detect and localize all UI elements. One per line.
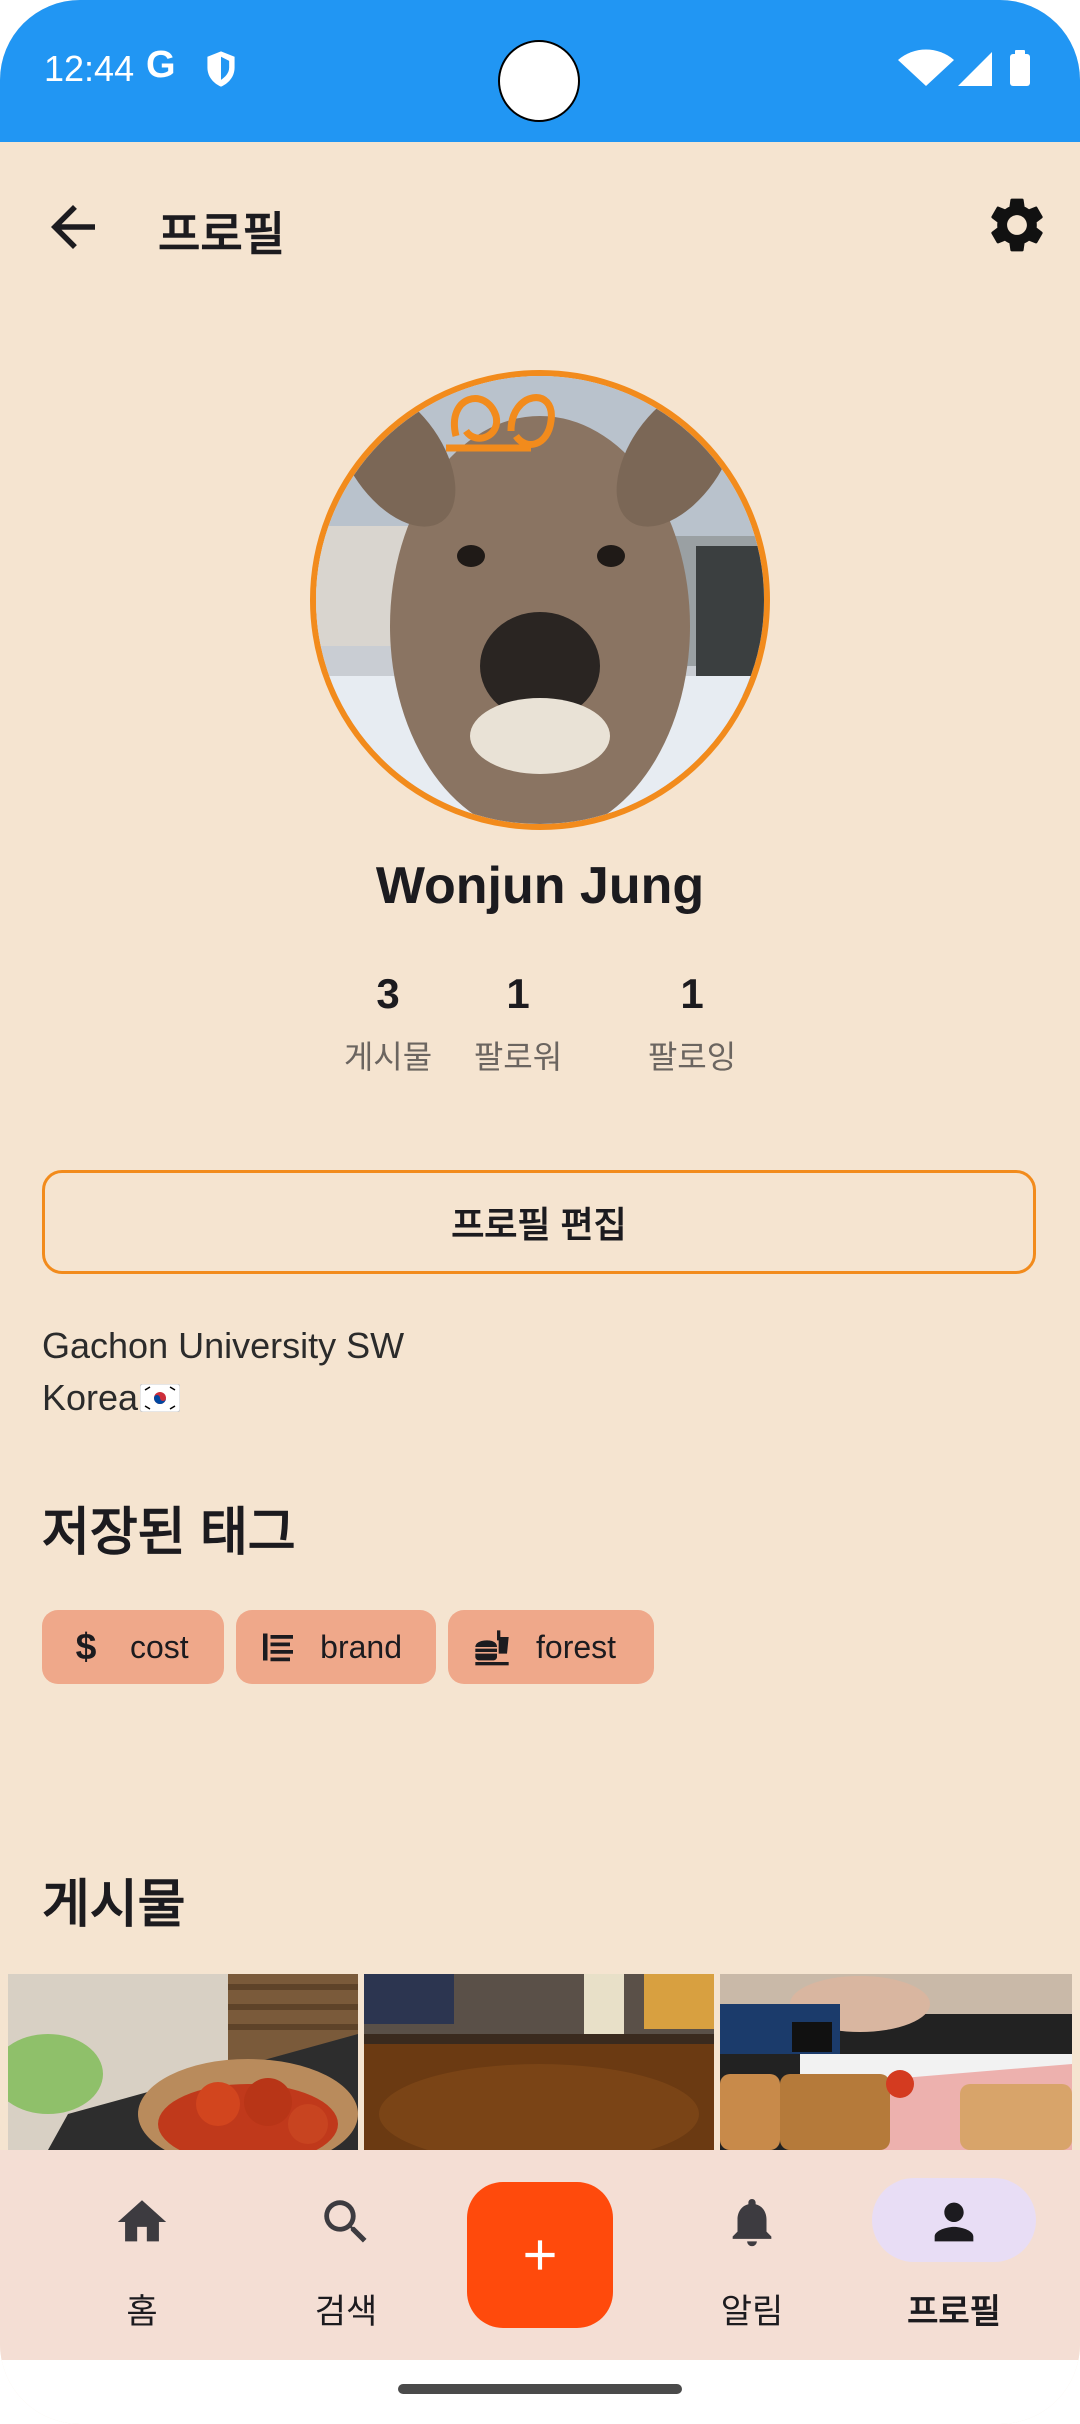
post-thumbnail[interactable]: [720, 1974, 1072, 2150]
posts-title: 게시물: [42, 1876, 186, 1934]
nav-notifications[interactable]: 알림: [662, 2150, 842, 2360]
app-screen: 12:44 G 프로필 Wonjun Jung 3 게시물 1 팔로워 1 팔로…: [0, 0, 1080, 2424]
page-title: 프로필: [158, 208, 285, 260]
stat-followers[interactable]: 1 팔로워: [438, 970, 598, 1078]
saved-tags-title: 저장된 태그: [42, 1504, 296, 1562]
list-icon: [260, 1627, 296, 1667]
post-thumbnail[interactable]: [8, 1974, 358, 2150]
post-photo-stew: [364, 1974, 714, 2150]
nav-search-label: 검색: [314, 2293, 378, 2331]
bio-country: Korea: [42, 1377, 139, 1418]
edit-profile-button[interactable]: 프로필 편집: [42, 1170, 1036, 1274]
stat-following-count: 1: [680, 970, 704, 1017]
bio-line-1: Gachon University SW: [42, 1325, 405, 1366]
nav-profile[interactable]: 프로필: [864, 2150, 1044, 2360]
stat-followers-count: 1: [506, 970, 530, 1017]
nav-notifications-label: 알림: [720, 2293, 784, 2331]
status-icons: [898, 49, 1030, 86]
gear-icon[interactable]: [984, 192, 1050, 258]
google-icon: G: [146, 44, 176, 86]
post-photo-chicken: [8, 1974, 358, 2150]
stat-following[interactable]: 1 팔로잉: [612, 970, 772, 1078]
profile-avatar: [310, 370, 770, 830]
back-arrow-icon[interactable]: [40, 194, 106, 260]
battery-icon: [1010, 50, 1030, 86]
wifi-icon: [898, 49, 954, 86]
camera-cutout: [498, 40, 580, 122]
deer-photo: [316, 376, 764, 824]
bell-icon: [712, 2192, 792, 2252]
search-icon: [306, 2192, 386, 2252]
stat-following-label: 팔로잉: [647, 1039, 737, 1075]
home-indicator[interactable]: [398, 2384, 682, 2394]
tag-chip-forest[interactable]: forest: [448, 1610, 654, 1684]
plus-icon: [525, 2240, 555, 2270]
post-photo-sandwich: [720, 1974, 1072, 2150]
stat-followers-label: 팔로워: [473, 1039, 563, 1075]
nav-home[interactable]: 홈: [52, 2150, 232, 2360]
home-icon: [102, 2192, 182, 2252]
korea-flag-icon: [140, 1384, 181, 1412]
fastfood-icon: [472, 1627, 512, 1667]
profile-bio: Gachon University SW Korea: [42, 1320, 404, 1424]
tag-chip-brand[interactable]: brand: [236, 1610, 436, 1684]
tag-chip-cost[interactable]: $ cost: [42, 1610, 224, 1684]
nav-profile-label: 프로필: [907, 2293, 1001, 2331]
status-bar: 12:44 G: [0, 0, 1080, 142]
nav-home-label: 홈: [126, 2293, 158, 2331]
tag-chip-label: forest: [536, 1628, 617, 1665]
svg-text:$: $: [76, 1627, 97, 1667]
status-time: 12:44: [44, 48, 135, 89]
person-icon: [914, 2192, 994, 2252]
top-app-bar: 프로필: [0, 142, 1080, 312]
nav-search[interactable]: 검색: [256, 2150, 436, 2360]
create-post-fab[interactable]: [467, 2182, 613, 2328]
shield-icon: [207, 51, 235, 87]
tag-chip-label: cost: [130, 1628, 189, 1665]
post-thumbnail[interactable]: [364, 1974, 714, 2150]
dollar-icon: $: [66, 1627, 106, 1667]
tag-chip-label: brand: [320, 1628, 402, 1665]
profile-name: Wonjun Jung: [375, 857, 705, 915]
signal-icon: [958, 52, 992, 86]
bio-line-2: Korea: [42, 1372, 404, 1424]
